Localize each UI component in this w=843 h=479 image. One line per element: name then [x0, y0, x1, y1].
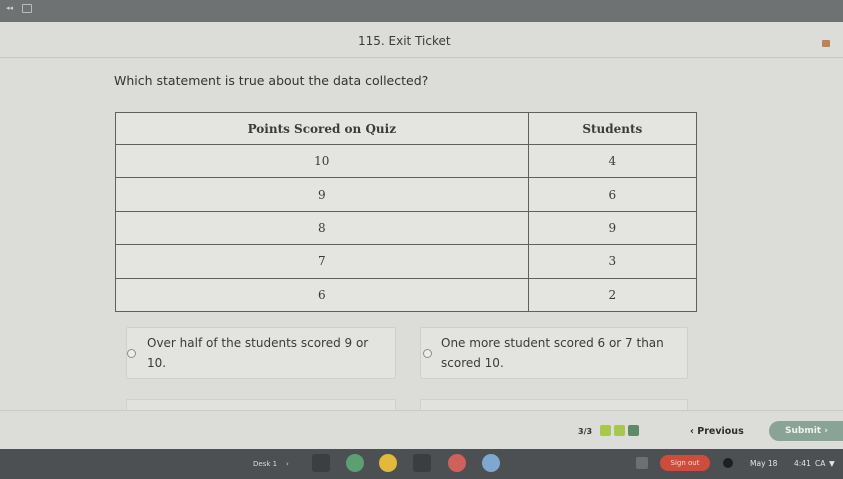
drive-app-icon[interactable]	[346, 454, 364, 472]
progress-dot-2[interactable]	[614, 425, 625, 436]
window-icon[interactable]	[22, 4, 32, 13]
table-cell: 9	[527, 210, 698, 246]
table-row: 6 2	[115, 277, 698, 313]
submit-button[interactable]: Submit ›	[769, 421, 843, 441]
page-counter: 3/3	[578, 427, 593, 436]
table-cell: 6	[115, 277, 529, 313]
table-row: 8 9	[115, 210, 698, 246]
desk-label: Desk 1	[253, 460, 278, 468]
wifi-icon[interactable]: ▼	[829, 459, 835, 468]
answer-choice-a[interactable]: Over half of the students scored 9 or 10…	[126, 327, 396, 379]
submit-label: Submit	[785, 426, 822, 436]
table-cell: 6	[527, 177, 698, 212]
table-cell: 4	[527, 143, 698, 179]
chevron-right-icon: ›	[824, 426, 828, 436]
taskbar: Desk 1 › Sign out May 18 4:41 CA ▼	[0, 449, 843, 479]
help-icon[interactable]	[723, 458, 733, 468]
progress-dot-1[interactable]	[600, 425, 611, 436]
chevron-left-icon: ‹	[690, 426, 694, 437]
progress-dot-3[interactable]	[628, 425, 639, 436]
chevron-right-icon: ›	[279, 460, 289, 468]
data-table: Points Scored on Quiz Students 10 4 9 6 …	[115, 112, 698, 313]
footer-nav: 3/3 ‹ Previous Submit ›	[0, 418, 843, 448]
answer-choice-a-line2: 10.	[147, 356, 167, 370]
table-cell: 2	[527, 277, 698, 313]
table-cell: 8	[115, 210, 529, 246]
flag-icon[interactable]	[822, 40, 830, 47]
files-app-icon[interactable]	[413, 454, 431, 472]
answer-choice-a-text: Over half of the students scored 9 or 10…	[147, 333, 397, 373]
radio-button-a[interactable]	[127, 349, 136, 358]
answer-choice-b-text: One more student scored 6 or 7 than scor…	[441, 333, 691, 373]
region-label[interactable]: CA	[815, 459, 825, 468]
table-row: 10 4	[115, 143, 698, 179]
question-text: Which statement is true about the data c…	[114, 73, 429, 88]
column-header-points: Points Scored on Quiz	[115, 112, 529, 145]
table-row: 9 6	[115, 177, 698, 212]
table-header-row: Points Scored on Quiz Students	[115, 112, 698, 145]
table-cell: 9	[115, 177, 529, 212]
answer-choice-b[interactable]: One more student scored 6 or 7 than scor…	[420, 327, 688, 379]
table-cell: 7	[115, 244, 529, 279]
table-cell: 3	[527, 244, 698, 279]
answer-choice-b-line1: One more student scored 6 or 7 than	[441, 336, 664, 350]
column-header-students: Students	[527, 112, 698, 145]
desk-switcher[interactable]: Desk 1 ›	[253, 460, 289, 468]
previous-button[interactable]: ‹ Previous	[690, 426, 744, 437]
previous-label: Previous	[697, 426, 744, 437]
settings-app-icon[interactable]	[482, 454, 500, 472]
table-cell: 10	[115, 143, 529, 179]
clipboard-icon[interactable]	[636, 457, 648, 469]
time-label[interactable]: 4:41	[794, 459, 811, 468]
footer-divider	[0, 410, 843, 411]
table-row: 7 3	[115, 244, 698, 279]
header-divider	[0, 57, 843, 58]
radio-button-b[interactable]	[423, 349, 432, 358]
camera-app-icon[interactable]	[312, 454, 330, 472]
photos-app-icon[interactable]	[448, 454, 466, 472]
date-label[interactable]: May 18	[750, 459, 777, 468]
answer-choice-a-line1: Over half of the students scored 9 or	[147, 336, 369, 350]
top-bar: ◂◂	[0, 0, 843, 22]
back-icon[interactable]: ◂◂	[6, 4, 13, 12]
page-title: 115. Exit Ticket	[358, 34, 451, 48]
chrome-app-icon[interactable]	[379, 454, 397, 472]
sign-out-button[interactable]: Sign out	[660, 455, 710, 471]
answer-choice-b-line2: scored 10.	[441, 356, 504, 370]
exit-ticket-panel: 115. Exit Ticket Which statement is true…	[0, 22, 843, 449]
